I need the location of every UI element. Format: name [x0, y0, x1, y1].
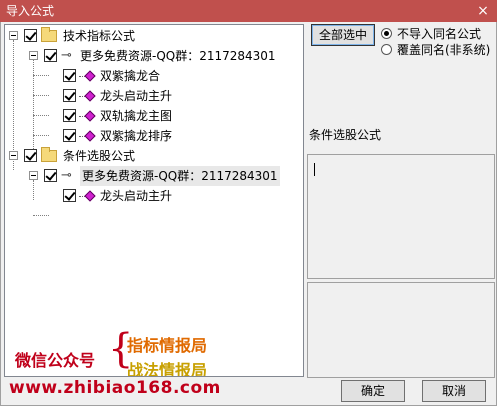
tree-item-label: 条件选股公式	[63, 149, 136, 163]
website-watermark: www.zhibiao168.com	[9, 378, 221, 398]
tree-item-formula[interactable]: 龙头启动主升	[5, 186, 303, 206]
watermark-name-2: 战法情报局	[127, 361, 208, 377]
collapse-icon[interactable]	[29, 51, 38, 60]
tree-item-formula[interactable]: 双紫擒龙合	[5, 66, 303, 86]
close-icon[interactable]: ×	[475, 0, 491, 22]
no-import-radio[interactable]	[381, 28, 392, 39]
select-all-button[interactable]: 全部选中	[311, 24, 375, 46]
tree-item-resource-group[interactable]: ⊸ 更多免费资源-QQ群：2117284301	[5, 46, 303, 66]
tree-item-formula[interactable]: 双紫擒龙排序	[5, 126, 303, 146]
folder-icon	[41, 27, 57, 42]
checkbox[interactable]	[63, 89, 76, 102]
tree-item-label: 龙头启动主升	[100, 89, 173, 103]
formula-type-label: 条件选股公式	[309, 128, 382, 142]
checkbox[interactable]	[63, 109, 76, 122]
formula-icon	[84, 130, 96, 142]
tree-guide-line	[33, 215, 49, 216]
tree-item-label: 更多免费资源-QQ群：2117284301	[80, 166, 280, 186]
tree-item-label: 更多免费资源-QQ群：2117284301	[80, 49, 276, 63]
formula-description-box[interactable]	[307, 154, 495, 279]
tree-item-label: 龙头启动主升	[100, 189, 173, 203]
checkbox[interactable]	[24, 29, 37, 42]
tree-item-technical-indicators[interactable]: 技术指标公式	[5, 26, 303, 46]
tree-item-stock-selection[interactable]: 条件选股公式	[5, 146, 303, 166]
key-icon: ⊸	[61, 168, 72, 183]
checkbox[interactable]	[63, 129, 76, 142]
tree-item-formula[interactable]: 双轨擒龙主图	[5, 106, 303, 126]
formula-tree[interactable]: 技术指标公式 ⊸ 更多免费资源-QQ群：2117284301 双紫擒龙合 龙头启…	[4, 24, 304, 377]
tree-item-label: 双轨擒龙主图	[100, 109, 173, 123]
formula-icon	[84, 90, 96, 102]
import-formula-dialog: 技术指标公式 ⊸ 更多免费资源-QQ群：2117284301 双紫擒龙合 龙头启…	[0, 22, 497, 406]
wechat-label: 微信公众号	[15, 351, 96, 370]
checkbox[interactable]	[63, 69, 76, 82]
cancel-button[interactable]: 取消	[422, 380, 486, 402]
no-import-label[interactable]: 不导入同名公式	[397, 25, 481, 42]
formula-icon	[84, 110, 96, 122]
window-title: 导入公式	[6, 4, 55, 18]
collapse-icon[interactable]	[9, 151, 18, 160]
overwrite-label[interactable]: 覆盖同名(非系统)	[397, 41, 490, 58]
overwrite-radio[interactable]	[381, 44, 392, 55]
tree-item-formula[interactable]: 龙头启动主升	[5, 86, 303, 106]
tree-item-label: 技术指标公式	[63, 29, 136, 43]
key-icon: ⊸	[61, 48, 72, 63]
tree-item-resource-group[interactable]: ⊸ 更多免费资源-QQ群：2117284301	[5, 166, 303, 186]
watermark-name-1: 指标情报局	[127, 336, 208, 355]
collapse-icon[interactable]	[29, 171, 38, 180]
ok-button[interactable]: 确定	[341, 380, 405, 402]
folder-icon	[41, 147, 57, 162]
checkbox[interactable]	[44, 49, 57, 62]
checkbox[interactable]	[24, 149, 37, 162]
formula-icon	[84, 190, 96, 202]
checkbox[interactable]	[44, 169, 57, 182]
checkbox[interactable]	[63, 189, 76, 202]
formula-icon	[84, 70, 96, 82]
tree-item-label: 双紫擒龙合	[100, 69, 161, 83]
text-caret	[314, 163, 315, 176]
formula-detail-box[interactable]	[307, 282, 495, 378]
collapse-icon[interactable]	[9, 31, 18, 40]
title-bar: 导入公式 ×	[0, 0, 497, 22]
tree-item-label: 双紫擒龙排序	[100, 129, 173, 143]
